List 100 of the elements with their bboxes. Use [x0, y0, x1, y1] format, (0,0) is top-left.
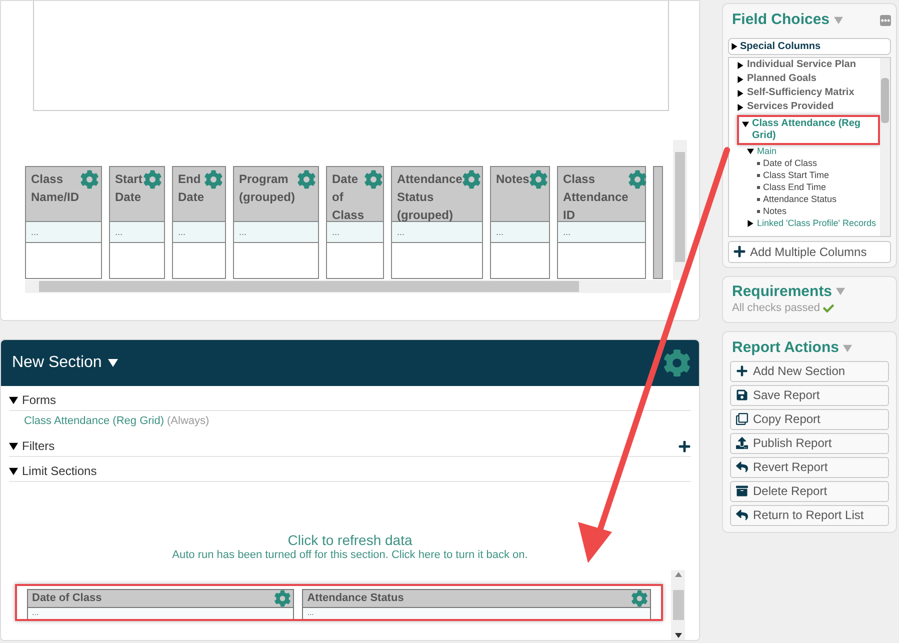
tree-item[interactable]: Class Start Time [763, 168, 830, 180]
vertical-scrollbar[interactable] [671, 570, 685, 640]
action-button[interactable]: Copy Report [730, 408, 889, 430]
panel-title[interactable]: Report Actions [732, 337, 839, 360]
tree-item[interactable]: Individual Service Plan [747, 58, 856, 70]
special-columns-item[interactable]: Special Columns [728, 38, 891, 54]
scroll-down-icon[interactable] [674, 633, 682, 638]
form-link[interactable]: Class Attendance (Reg Grid) [24, 413, 164, 430]
settings-icon[interactable] [274, 590, 292, 607]
tree-item[interactable]: Main [757, 144, 777, 156]
collapsed-caret-icon[interactable] [737, 104, 744, 110]
expanded-caret-icon[interactable] [742, 120, 749, 128]
table-cell: ... [557, 222, 646, 242]
table-cell: ... [25, 222, 102, 242]
panel-title[interactable]: Requirements [732, 283, 832, 300]
settings-icon[interactable] [364, 170, 384, 189]
table-cell: ... [326, 222, 384, 242]
settings-icon[interactable] [631, 590, 648, 607]
tree-item[interactable]: Class Attendance (Reg Grid) [752, 118, 875, 142]
column-header[interactable]: Program (grouped) [233, 166, 319, 222]
add-icon [733, 245, 746, 258]
column-header[interactable]: End Date [172, 166, 226, 222]
settings-icon[interactable] [80, 170, 99, 189]
column-header[interactable]: Date of Class [326, 166, 384, 222]
table-cell: ... [109, 222, 165, 242]
action-button[interactable]: Save Report [730, 384, 889, 406]
tree-item[interactable]: Special Columns [740, 38, 821, 54]
tree-item[interactable]: Date of Class [763, 156, 818, 168]
more-icon[interactable] [880, 14, 891, 26]
dropdown-caret-icon[interactable] [108, 358, 118, 368]
column-label: Notes [496, 171, 530, 188]
tree-item[interactable]: Planned Goals [747, 72, 816, 84]
column-header[interactable]: Attendance Status (grouped) [391, 166, 483, 222]
add-columns-button[interactable]: Add Multiple Columns [728, 240, 891, 262]
settings-icon[interactable] [462, 170, 482, 189]
collapsed-caret-icon[interactable] [731, 42, 738, 50]
settings-icon[interactable] [628, 170, 648, 189]
vertical-scrollbar[interactable] [880, 58, 890, 236]
collapsed-caret-icon[interactable] [737, 62, 744, 68]
table-cell: ... [27, 608, 294, 619]
expanded-caret-icon[interactable] [747, 148, 754, 154]
status-text: All checks passed [732, 301, 820, 316]
tree-item[interactable]: Class End Time [763, 180, 826, 192]
action-button[interactable]: Revert Report [730, 456, 889, 478]
action-button[interactable]: Publish Report [730, 432, 889, 454]
table-cell [490, 242, 550, 279]
group-label[interactable]: Forms [22, 391, 56, 409]
add-icon [736, 365, 748, 377]
table-cell: ... [172, 222, 226, 242]
table-cell [326, 242, 384, 279]
column-header[interactable]: Start Date [109, 166, 165, 222]
settings-icon[interactable] [663, 349, 691, 377]
action-button[interactable]: Return to Report List [730, 504, 889, 526]
panel-title[interactable]: Field Choices [732, 9, 830, 32]
section-title[interactable]: New Section [12, 351, 102, 375]
column-label: Date of Class [32, 591, 102, 606]
group-label[interactable]: Filters [22, 437, 55, 455]
settings-icon[interactable] [529, 170, 548, 189]
expanded-caret-icon[interactable] [9, 442, 18, 450]
collapsed-caret-icon[interactable] [737, 76, 744, 82]
tree-item[interactable]: Self-Sufficiency Matrix [747, 86, 854, 98]
return-icon [736, 509, 748, 521]
group-label[interactable]: Limit Sections [22, 462, 97, 480]
bullet-icon [757, 186, 760, 188]
table-cell: ... [391, 222, 483, 242]
settings-icon[interactable] [143, 170, 162, 189]
expanded-caret-icon[interactable] [9, 466, 18, 476]
collapsed-caret-icon[interactable] [737, 90, 744, 96]
action-button[interactable]: Delete Report [730, 480, 889, 502]
table-cell: ... [302, 608, 651, 619]
publish-icon [736, 437, 748, 449]
tree-item[interactable]: Services Provided [747, 100, 834, 112]
revert-icon [736, 461, 748, 473]
copy-icon [736, 413, 748, 425]
refresh-link[interactable]: Click to refresh data [288, 532, 412, 548]
column-label: End Date [178, 171, 204, 206]
column-header[interactable]: Class Name/ID [25, 166, 102, 222]
bullet-icon [757, 198, 760, 200]
table-cell [172, 242, 226, 279]
collapsed-caret-icon[interactable] [747, 220, 754, 226]
column-header[interactable]: Date of Class [27, 589, 294, 608]
table-cell: ... [233, 222, 319, 242]
add-icon[interactable] [678, 440, 691, 452]
column-header[interactable]: Attendance Status [302, 589, 651, 608]
settings-icon[interactable] [297, 170, 316, 189]
table-cell [109, 242, 165, 279]
tree-item[interactable]: Attendance Status [763, 192, 837, 204]
tree-item[interactable]: Linked 'Class Profile' Records [757, 216, 876, 228]
column-header[interactable]: Class Attendance ID [557, 166, 646, 222]
tree-item[interactable]: Notes [763, 204, 787, 216]
column-header[interactable]: Notes [490, 166, 550, 222]
action-button[interactable]: Add New Section [730, 360, 889, 382]
form-condition: (Always) [167, 414, 210, 430]
expanded-caret-icon[interactable] [9, 396, 18, 404]
vertical-scrollbar[interactable] [673, 140, 687, 280]
settings-icon[interactable] [204, 170, 224, 189]
column-label: Date of Class [332, 171, 364, 224]
horizontal-scrollbar[interactable] [25, 280, 671, 293]
scroll-up-icon[interactable] [674, 572, 682, 577]
auto-run-note[interactable]: Auto run has been turned off for this section. Click here to turn it back on. [172, 548, 528, 562]
